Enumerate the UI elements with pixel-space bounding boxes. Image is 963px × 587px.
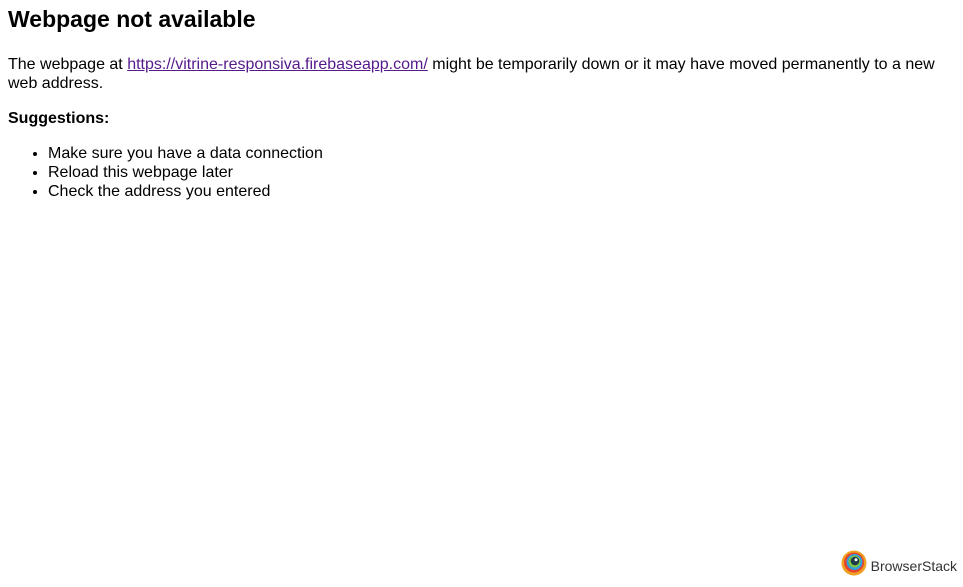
list-item: Make sure you have a data connection: [48, 144, 958, 163]
browserstack-logo-icon: [841, 550, 867, 581]
error-page: Webpage not available The webpage at htt…: [8, 0, 958, 201]
suggestions-list: Make sure you have a data connection Rel…: [8, 144, 958, 201]
browserstack-badge: BrowserStack: [841, 550, 957, 581]
list-item: Check the address you entered: [48, 182, 958, 201]
url-link[interactable]: https://vitrine-responsiva.firebaseapp.c…: [127, 56, 428, 73]
suggestions-heading: Suggestions:: [8, 110, 110, 127]
message-prefix: The webpage at: [8, 56, 128, 73]
error-message: The webpage at https://vitrine-responsiv…: [8, 55, 958, 93]
browserstack-brand-text: BrowserStack: [870, 557, 957, 574]
list-item: Reload this webpage later: [48, 163, 958, 182]
page-title: Webpage not available: [8, 6, 256, 32]
